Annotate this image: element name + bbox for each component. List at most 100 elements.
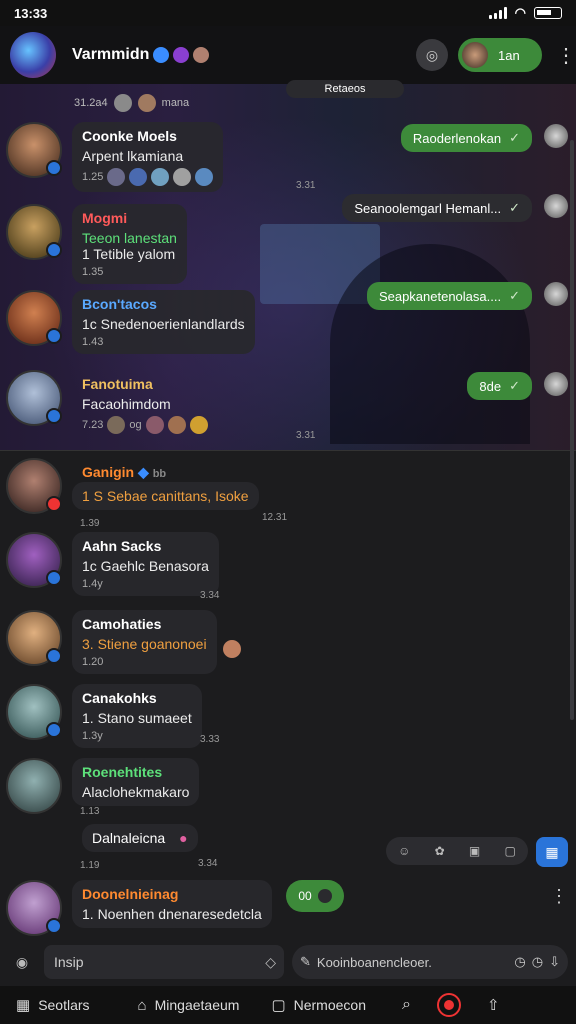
user-avatar[interactable]: [6, 532, 62, 588]
message-bubble[interactable]: Camohaties 3. Stiene goanonoei 1.20: [72, 610, 217, 674]
message-bubble[interactable]: Dalnaleicna ●: [82, 824, 198, 852]
share-icon[interactable]: ⇧: [487, 996, 500, 1014]
message-bubble[interactable]: Fanotuima Facaohimdom 7.23 og: [72, 370, 218, 440]
reaction-icon[interactable]: [151, 168, 170, 186]
message-meta: 1.4y: [82, 578, 209, 590]
square-icon: ▢: [271, 997, 286, 1014]
reaction-icon[interactable]: [107, 168, 126, 186]
nav-home[interactable]: ▦ Seotlars: [16, 996, 90, 1014]
mic-icon[interactable]: ◉: [8, 948, 36, 976]
record-button[interactable]: [436, 993, 461, 1017]
message-bubble[interactable]: Bcon'tacos 1c Snedenoerienlandlards 1.43: [72, 290, 255, 354]
phone-icon[interactable]: ◎: [416, 39, 448, 71]
message-bubble[interactable]: Mogmi Teeon lanestan 1 Tetible yalom 1.3…: [72, 204, 187, 284]
reaction-icon[interactable]: [167, 416, 186, 434]
reaction-icon[interactable]: [107, 416, 126, 434]
user-avatar[interactable]: [6, 610, 62, 666]
reaction-icon[interactable]: [129, 168, 148, 186]
nav-right[interactable]: ▢ Nermoecon: [271, 996, 366, 1014]
user-avatar[interactable]: [6, 204, 62, 260]
live-call-label: 1an: [498, 47, 520, 63]
user-avatar[interactable]: [6, 122, 62, 178]
reaction-icon[interactable]: [195, 168, 214, 186]
message-time: 1.20: [82, 656, 104, 668]
sender-name: Mogmi: [82, 210, 128, 226]
sender-name: Canakohks: [82, 690, 157, 706]
message-time: 1.25: [82, 171, 104, 183]
nav-home-label: Seotlars: [38, 997, 90, 1013]
sender-name: Roenehtites: [82, 764, 163, 780]
download-icon[interactable]: ⇩: [549, 954, 560, 970]
user-avatar[interactable]: [6, 458, 62, 514]
message-extra: og: [129, 419, 142, 431]
emoji-icon[interactable]: ☺: [398, 844, 410, 858]
live-badge-icon: [46, 496, 62, 512]
message-row[interactable]: Mogmi Teeon lanestan 1 Tetible yalom 1.3…: [6, 204, 187, 284]
message-row[interactable]: Coonke Moels Arpent lkamiana 1.25: [6, 122, 224, 192]
scrollbar[interactable]: [570, 140, 574, 720]
outgoing-message[interactable]: 8de ✓: [467, 372, 532, 400]
message-bubble[interactable]: Ganigin ◆ bb: [72, 458, 176, 485]
message-row[interactable]: Aahn Sacks 1c Gaehlc Benasora 1.4y: [6, 532, 219, 596]
date-row-label: mana: [161, 97, 190, 109]
reaction-icon[interactable]: [222, 640, 241, 658]
secondary-input[interactable]: ✎ Kooinboanencleoer. ◷ ◷ ⇩: [292, 945, 568, 979]
reaction-icon[interactable]: [189, 416, 208, 434]
user-avatar[interactable]: [6, 880, 62, 936]
gif-icon[interactable]: ▣: [469, 844, 480, 858]
chat-title[interactable]: Varmmidn: [72, 46, 149, 64]
date-row: 31.2a4 mana: [74, 94, 189, 112]
message-input[interactable]: [54, 954, 256, 970]
user-avatar[interactable]: [6, 370, 62, 426]
reaction-icon[interactable]: [173, 168, 192, 186]
message-row[interactable]: Camohaties 3. Stiene goanonoei 1.20: [6, 610, 241, 674]
search-icon[interactable]: ⌕: [402, 996, 411, 1014]
message-row[interactable]: Bcon'tacos 1c Snedenoerienlandlards 1.43: [6, 290, 255, 354]
user-avatar[interactable]: [6, 684, 62, 740]
message-row[interactable]: Canakohks 1. Stano sumaeet 1.3y: [6, 684, 202, 748]
online-badge-icon: [46, 648, 62, 664]
outgoing-message[interactable]: Seapkanetenolasa.... ✓: [366, 282, 532, 310]
outgoing-text: Seapkanetenolasa....: [378, 288, 502, 304]
message-bubble[interactable]: 1 S Sebae canittans, Isoke: [72, 482, 259, 510]
live-call-button[interactable]: 1an: [458, 38, 542, 72]
sender-badge: bb: [152, 468, 167, 480]
message-input-wrapper[interactable]: ◇: [44, 945, 284, 979]
location-icon[interactable]: ◇: [265, 954, 276, 971]
reaction-icon[interactable]: [145, 416, 164, 434]
checkmark-icon: ✓: [509, 200, 520, 215]
message-row[interactable]: Doonelnieinag 1. Noenhen dnenaresedetcla: [6, 880, 272, 936]
timer-icon[interactable]: ◷: [514, 954, 525, 970]
sticker-icon: ●: [179, 830, 188, 846]
pinned-banner[interactable]: Retaeos: [286, 80, 404, 98]
message-bubble[interactable]: Canakohks 1. Stano sumaeet 1.3y: [72, 684, 202, 748]
user-avatar[interactable]: [6, 758, 62, 814]
message-bubble[interactable]: Roenehtites Alaclohekmakaro: [72, 758, 200, 806]
more-vertical-icon[interactable]: ⋮: [556, 43, 576, 68]
side-time: 3.33: [200, 734, 220, 745]
sticker-icon[interactable]: ✿: [435, 844, 445, 858]
nav-mid[interactable]: ⌂ Mingaetaeum: [138, 997, 240, 1014]
message-meta: 1.25: [82, 168, 214, 186]
group-avatar[interactable]: [10, 32, 56, 78]
calendar-icon[interactable]: ▦: [536, 837, 568, 867]
user-avatar[interactable]: [6, 290, 62, 346]
clock-icon[interactable]: ◷: [532, 954, 543, 970]
self-avatar: [544, 194, 568, 218]
sender-name: Doonelnieinag: [82, 886, 179, 902]
sender-name: Aahn Sacks: [82, 538, 162, 554]
outgoing-message[interactable]: Seanoolemgarl Hemanl... ✓: [342, 194, 532, 222]
side-time: 3.31: [296, 430, 316, 441]
message-bubble[interactable]: Doonelnieinag 1. Noenhen dnenaresedetcla: [72, 880, 272, 928]
message-time: 1.3y: [82, 730, 103, 742]
more-vertical-icon[interactable]: ⋮: [550, 886, 568, 907]
outgoing-message[interactable]: Raoderlenokan ✓: [400, 124, 532, 152]
image-icon[interactable]: ▢: [504, 844, 515, 858]
message-meta: 1.35: [82, 266, 177, 278]
message-text: 1c Gaehlc Benasora: [82, 558, 209, 574]
message-bubble[interactable]: Coonke Moels Arpent lkamiana 1.25: [72, 122, 224, 192]
typing-indicator: 00: [286, 880, 344, 912]
message-row[interactable]: Fanotuima Facaohimdom 7.23 og: [6, 370, 218, 440]
message-row[interactable]: Roenehtites Alaclohekmakaro: [6, 758, 200, 814]
message-bubble[interactable]: Aahn Sacks 1c Gaehlc Benasora 1.4y: [72, 532, 219, 596]
